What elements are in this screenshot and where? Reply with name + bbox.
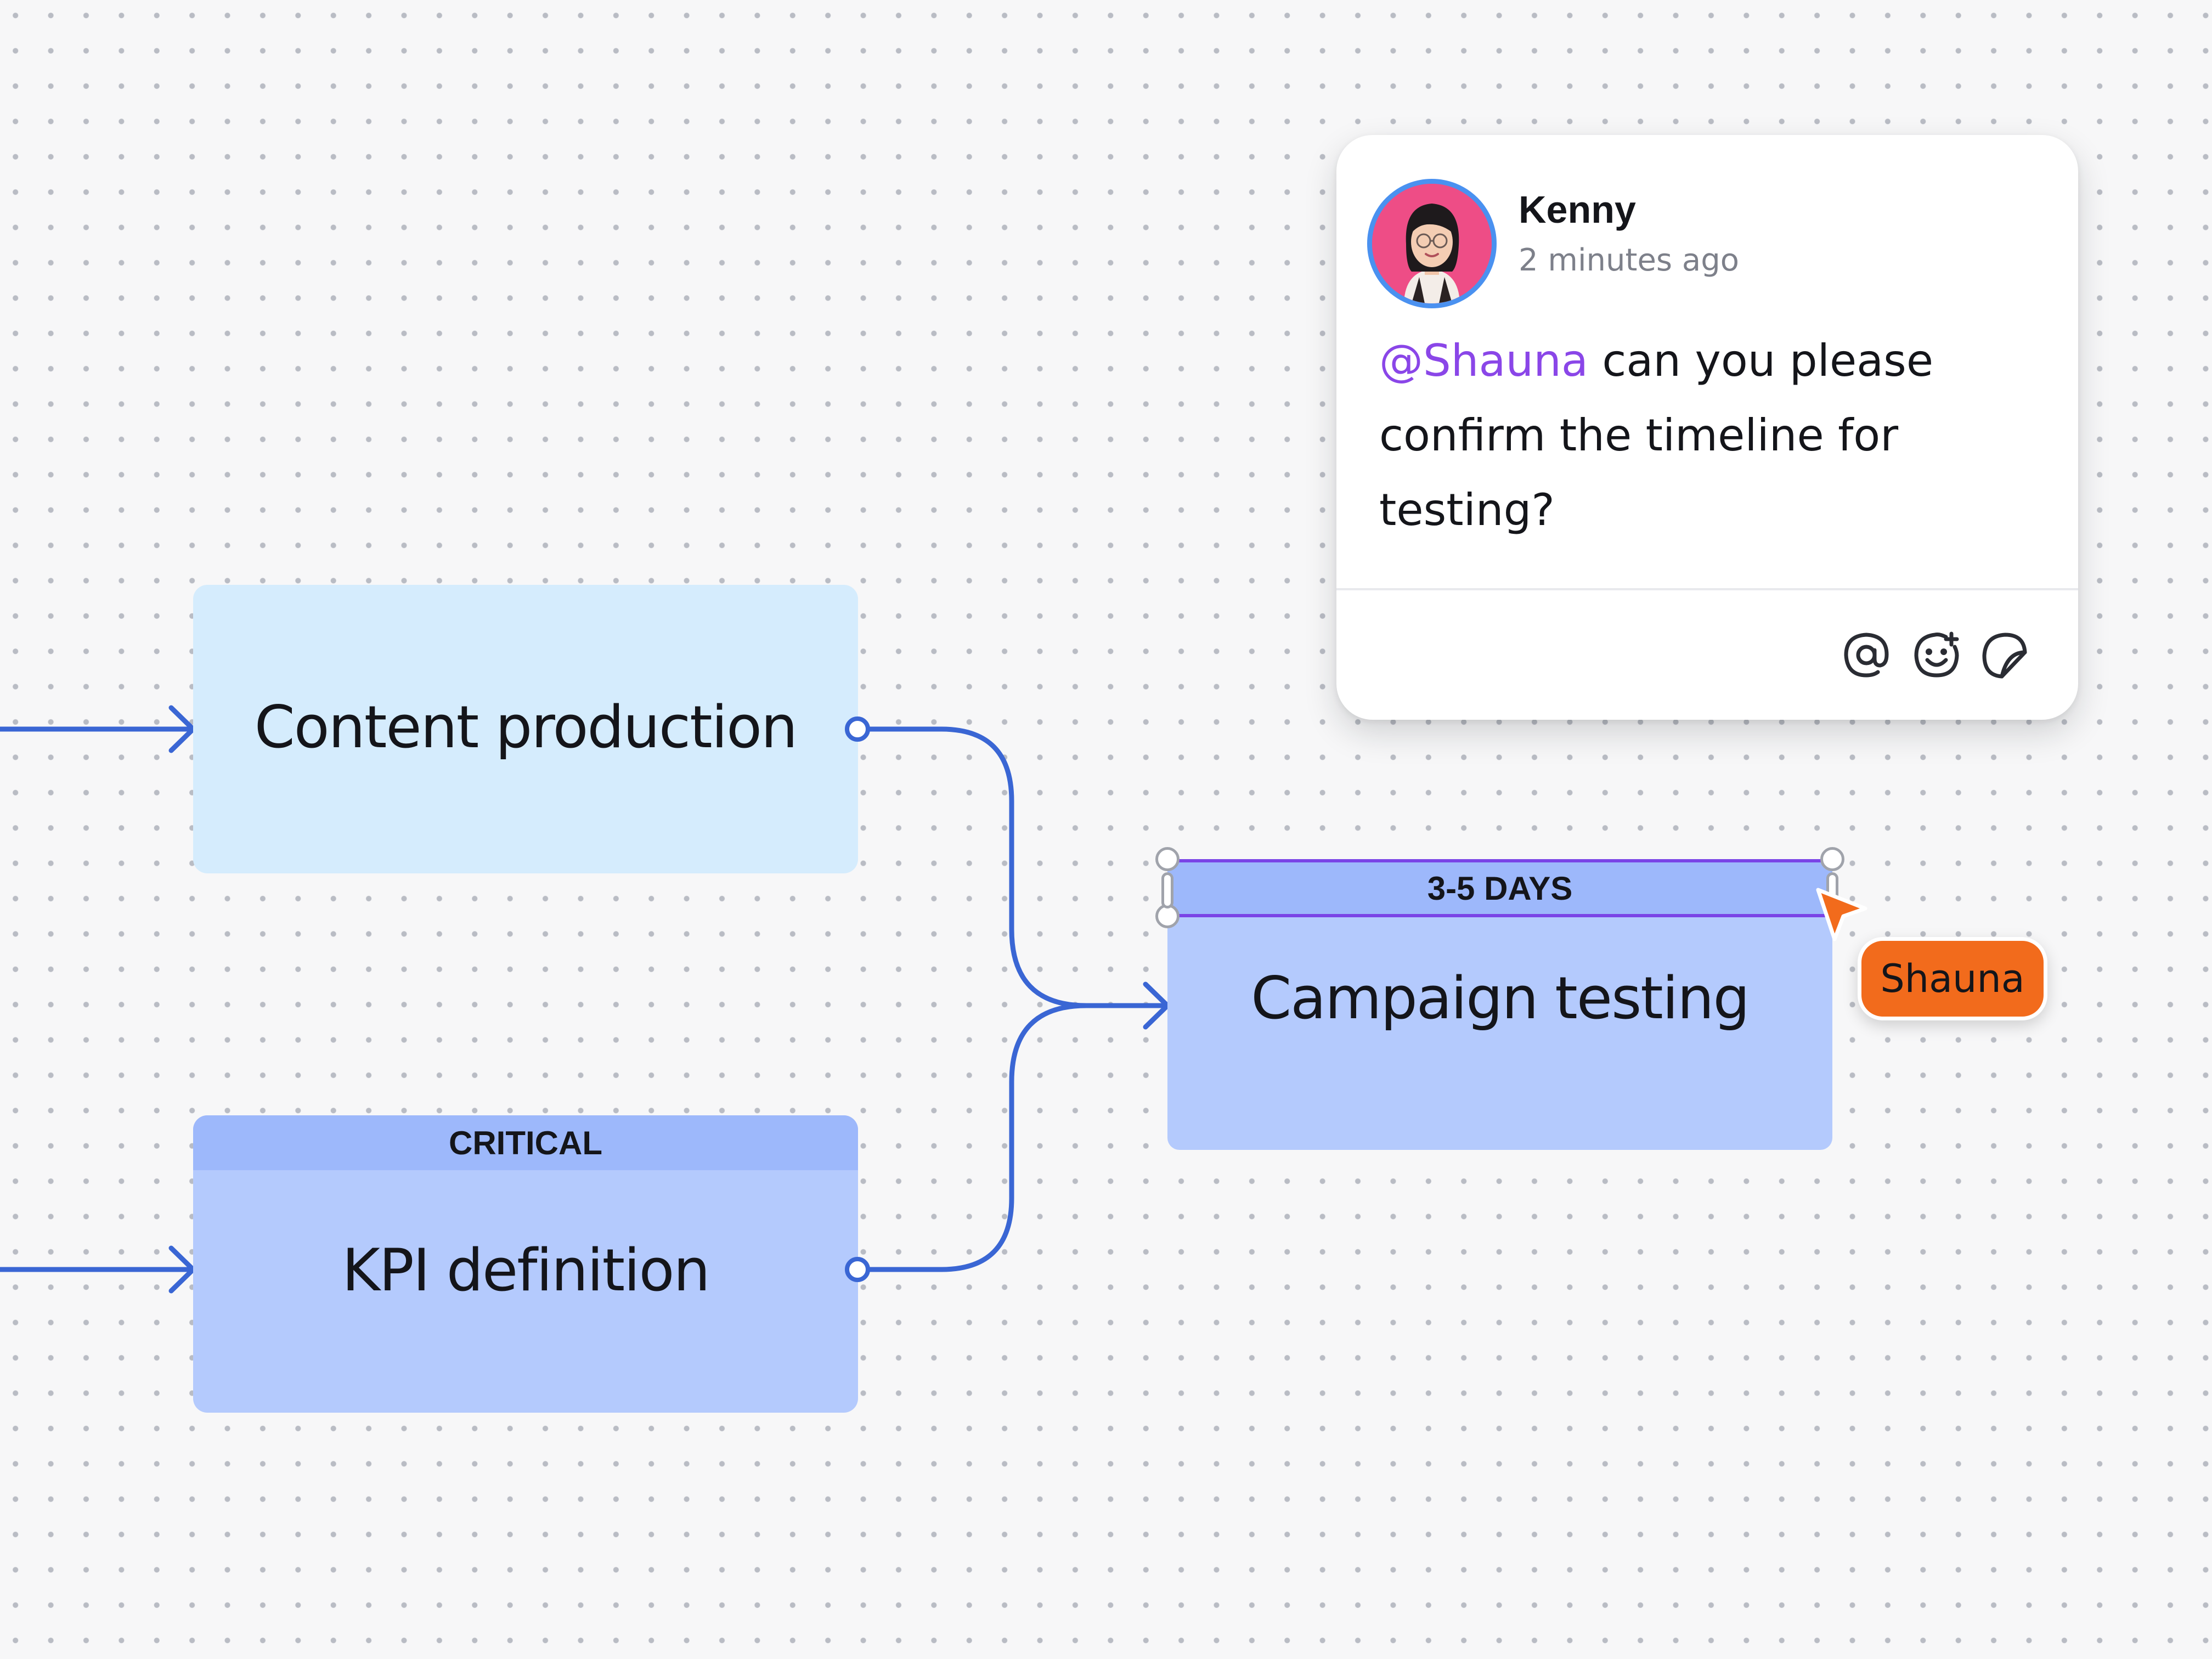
emoji-add-icon[interactable] (1910, 629, 1963, 681)
campaign-testing-node[interactable]: 3-5 DAYS Campaign testing (1167, 859, 1832, 1150)
resize-handle-top-left[interactable] (1155, 847, 1180, 871)
resize-handle-left-edge[interactable] (1161, 872, 1173, 909)
output-port-kpi[interactable] (845, 1257, 870, 1282)
comment-author: Kenny (1519, 188, 1636, 231)
node-label: Campaign testing (1251, 964, 1750, 1032)
avatar[interactable] (1367, 179, 1497, 308)
node-label: Content production (254, 693, 798, 761)
kpi-definition-node[interactable]: CRITICAL KPI definition (193, 1115, 858, 1413)
cursor-pointer-icon (1816, 888, 1867, 941)
connector-content-to-campaign (867, 726, 1168, 1008)
connector-kpi-to-campaign (867, 1003, 1089, 1272)
avatar-portrait (1372, 184, 1492, 303)
resize-handle-top-right[interactable] (1820, 847, 1844, 871)
comment-timestamp: 2 minutes ago (1519, 242, 1740, 278)
node-label: KPI definition (342, 1236, 710, 1304)
collaborator-cursor-label: Shauna (1858, 937, 2047, 1020)
comment-divider (1336, 588, 2078, 590)
comment-mention[interactable]: @Shauna (1379, 335, 1588, 386)
sticker-icon[interactable] (1978, 629, 2031, 681)
comment-card[interactable]: Kenny 2 minutes ago @Shauna can you plea… (1336, 135, 2078, 720)
whiteboard-canvas[interactable]: Content production CRITICAL KPI definiti… (0, 0, 2212, 1659)
content-production-node[interactable]: Content production (193, 585, 858, 873)
node-tag-duration: 3-5 DAYS (1167, 859, 1832, 917)
comment-body: @Shauna can you please confirm the timel… (1379, 324, 2038, 548)
node-tag-critical: CRITICAL (193, 1115, 858, 1170)
output-port-content[interactable] (845, 716, 870, 742)
at-mention-icon[interactable] (1840, 629, 1893, 681)
